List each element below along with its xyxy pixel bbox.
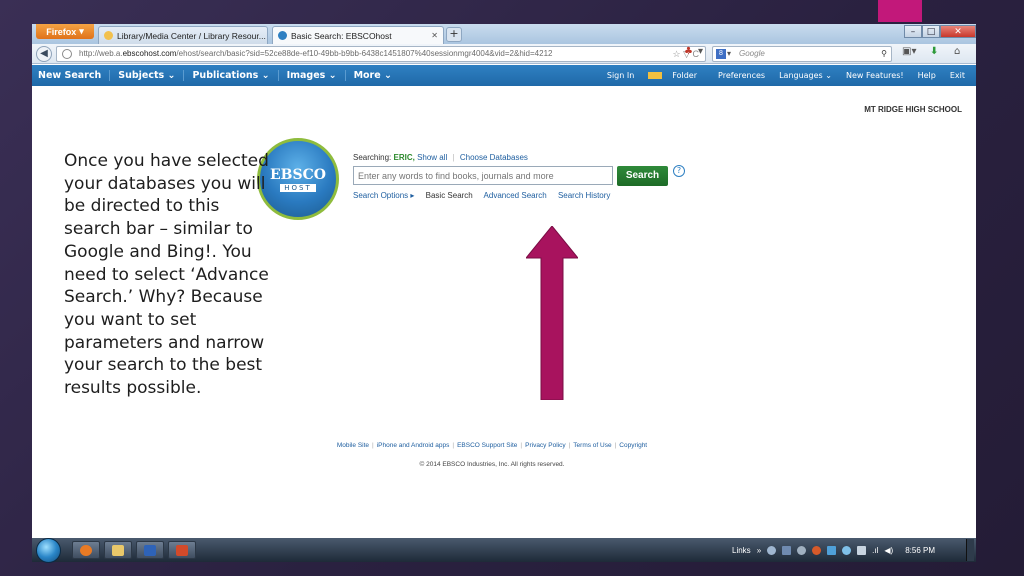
search-input[interactable]: [353, 166, 613, 185]
basic-search-link[interactable]: Basic Search: [426, 191, 473, 200]
tab-title: Basic Search: EBSCOhost: [291, 30, 392, 41]
tray-battery-icon[interactable]: [857, 545, 867, 555]
choose-databases-link[interactable]: Choose Databases: [460, 153, 528, 162]
search-options-link[interactable]: Search Options ▸: [353, 191, 414, 200]
nav-images[interactable]: Images ⌄: [279, 70, 346, 81]
library-favicon-icon: [104, 31, 113, 40]
languages-menu[interactable]: Languages ⌄: [772, 71, 839, 80]
separator: |: [568, 442, 571, 449]
navigation-toolbar: ◀ http://web.a.ebscohost.com/ehost/searc…: [32, 44, 976, 64]
firefox-menu-button[interactable]: Firefox ▾: [36, 24, 94, 39]
footer-mobile-site[interactable]: Mobile Site: [337, 442, 369, 449]
footer-privacy[interactable]: Privacy Policy: [525, 442, 565, 449]
close-tab-icon[interactable]: ✕: [431, 31, 438, 40]
back-arrow-icon[interactable]: ◀: [36, 46, 52, 62]
help-question-icon[interactable]: ?: [673, 165, 685, 177]
links-toolbar-label[interactable]: Links: [732, 546, 751, 555]
url-bar[interactable]: http://web.a.ebscohost.com/ehost/search/…: [56, 46, 706, 62]
search-button[interactable]: Search: [617, 166, 668, 186]
search-mode-links: Search Options ▸ Basic Search Advanced S…: [353, 191, 619, 200]
nav-subjects[interactable]: Subjects ⌄: [110, 70, 185, 81]
searching-databases-line: Searching: ERIC, Show all | Choose Datab…: [353, 153, 528, 162]
help-link[interactable]: Help: [911, 71, 943, 80]
exit-link[interactable]: Exit: [943, 71, 972, 80]
folder-label: Folder: [672, 71, 698, 80]
show-all-link[interactable]: Show all: [417, 153, 447, 162]
show-desktop-button[interactable]: [966, 539, 974, 561]
separator: |: [452, 153, 455, 162]
tray-bluetooth-icon[interactable]: [842, 545, 852, 555]
close-window-button[interactable]: ✕: [940, 25, 976, 38]
separator: |: [520, 442, 523, 449]
links-chevron-icon[interactable]: »: [757, 546, 761, 555]
taskbar-firefox-icon[interactable]: [72, 541, 100, 559]
maximize-button[interactable]: □: [922, 25, 940, 38]
chevron-down-icon: ▾: [79, 26, 84, 36]
google-engine-icon: 8: [716, 49, 726, 59]
system-tray: Links » .ıl ◀) 8:56 PM: [732, 539, 935, 561]
separator: |: [372, 442, 374, 449]
slide-accent-tab: [878, 0, 922, 22]
tray-app-icon[interactable]: [767, 545, 777, 555]
slide-instruction-text: Once you have selected your databases yo…: [64, 151, 269, 399]
url-prefix: http://web.a.: [79, 49, 123, 58]
title-bar: Firefox ▾ Library/Media Center / Library…: [32, 24, 976, 44]
separator: |: [452, 442, 455, 449]
logo-text-host: HOST: [280, 183, 316, 192]
selected-database: ERIC,: [393, 153, 415, 162]
start-button-icon[interactable]: [36, 538, 61, 563]
folder-icon: [648, 72, 663, 79]
searching-label: Searching:: [353, 153, 392, 162]
tray-flash-icon[interactable]: [812, 545, 822, 555]
engine-chevron-icon: ▾: [727, 49, 732, 58]
footer-terms[interactable]: Terms of Use: [573, 442, 611, 449]
addon-icon[interactable]: ♣: [684, 46, 693, 57]
url-path: /ehost/search/basic?sid=52ce88de-ef10-49…: [176, 49, 553, 58]
footer-support[interactable]: EBSCO Support Site: [457, 442, 517, 449]
web-search-box[interactable]: 8 ▾ Google ⚲: [712, 46, 892, 62]
firefox-button-label: Firefox: [46, 26, 77, 37]
footer-apps[interactable]: iPhone and Android apps: [377, 442, 450, 449]
web-search-placeholder: Google: [739, 49, 765, 58]
nav-more[interactable]: More ⌄: [346, 70, 400, 81]
home-icon[interactable]: ⌂: [954, 46, 960, 57]
footer-links: Mobile Site | iPhone and Android apps | EBSC…: [292, 442, 692, 449]
sign-in-link[interactable]: Sign In: [600, 71, 641, 80]
tray-display-icon[interactable]: [782, 545, 792, 555]
download-arrow-icon[interactable]: ⬇: [930, 46, 938, 57]
copyright-text: © 2014 EBSCO Industries, Inc. All rights…: [419, 461, 565, 468]
volume-icon[interactable]: ◀): [884, 546, 893, 555]
tab-library-media-center[interactable]: Library/Media Center / Library Resour...…: [98, 26, 268, 44]
taskbar-clock[interactable]: 8:56 PM: [905, 546, 935, 555]
new-tab-button[interactable]: +: [446, 27, 462, 42]
ebsco-top-navigation: New Search Subjects ⌄ Publications ⌄ Ima…: [32, 65, 976, 86]
folder-link[interactable]: Folder: [641, 71, 711, 80]
taskbar-powerpoint-icon[interactable]: [168, 541, 196, 559]
tray-sync-icon[interactable]: [797, 545, 807, 555]
new-features-link[interactable]: New Features!: [839, 71, 911, 80]
bookmarks-menu-icon[interactable]: ▣▾: [902, 46, 916, 57]
dropdown-chevron-icon[interactable]: ▾: [698, 46, 703, 57]
taskbar-file-explorer-icon[interactable]: [104, 541, 132, 559]
globe-icon: [62, 49, 72, 59]
tray-network-device-icon[interactable]: [827, 545, 837, 555]
ebsco-favicon-icon: [278, 31, 287, 40]
search-history-link[interactable]: Search History: [558, 191, 610, 200]
signal-strength-icon[interactable]: .ıl: [872, 546, 878, 555]
nav-publications[interactable]: Publications ⌄: [184, 70, 279, 81]
footer-copyright-link[interactable]: Copyright: [619, 442, 647, 449]
tab-title: Library/Media Center / Library Resour...: [117, 30, 266, 41]
logo-text-ebsco: EBSCO: [270, 166, 326, 183]
tab-basic-search-ebscohost[interactable]: Basic Search: EBSCOhost ✕: [272, 26, 444, 44]
preferences-link[interactable]: Preferences: [711, 71, 772, 80]
magnifier-icon[interactable]: ⚲: [881, 47, 887, 61]
advanced-search-link[interactable]: Advanced Search: [484, 191, 547, 200]
pointer-arrow-icon: [526, 226, 578, 400]
separator: |: [614, 442, 617, 449]
institution-name: MT RIDGE HIGH SCHOOL: [864, 105, 962, 114]
taskbar-word-icon[interactable]: [136, 541, 164, 559]
minimize-button[interactable]: –: [904, 25, 922, 38]
url-domain: ebscohost.com: [122, 49, 177, 58]
nav-new-search[interactable]: New Search: [38, 70, 111, 81]
